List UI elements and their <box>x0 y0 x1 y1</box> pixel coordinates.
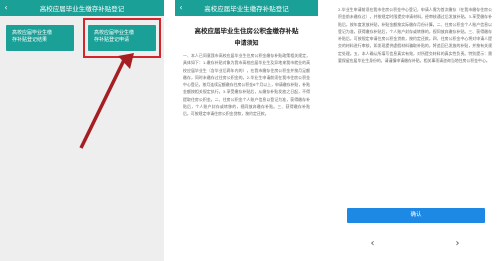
arrow-shaft <box>79 59 126 149</box>
annotation-arrow <box>79 53 134 149</box>
